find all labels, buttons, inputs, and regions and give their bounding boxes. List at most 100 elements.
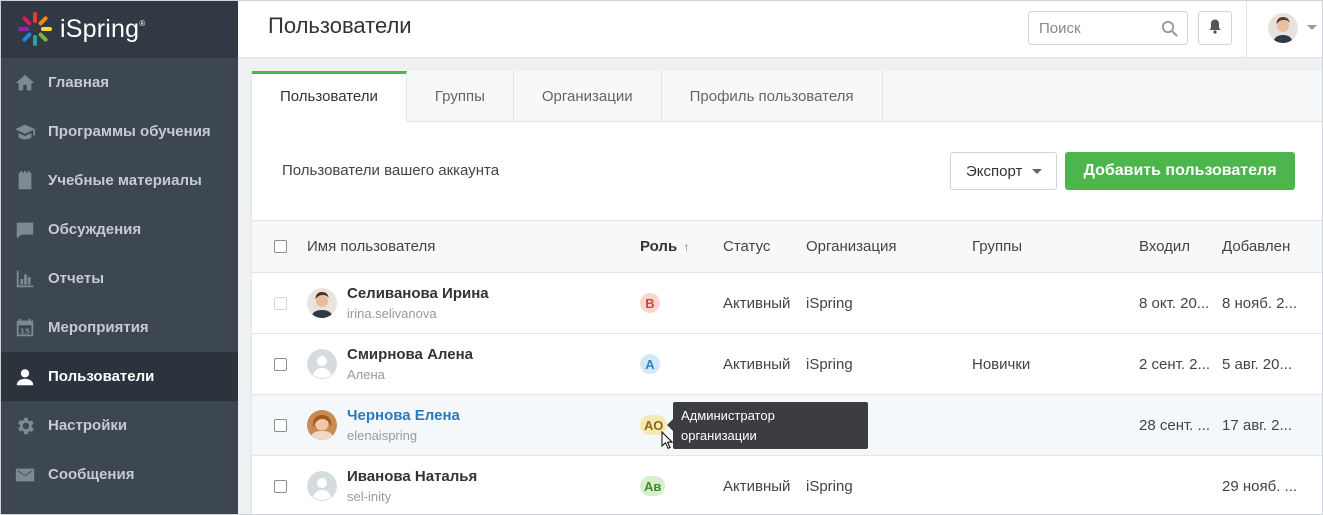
top-header: Пользователи bbox=[238, 0, 1323, 58]
added-cell: 5 авг. 20... bbox=[1222, 356, 1292, 373]
sidebar-item-label: Отчеты bbox=[48, 270, 105, 287]
groups-cell: Новички bbox=[972, 356, 1031, 373]
user-login: irina.selivanova bbox=[347, 306, 437, 321]
status-cell: Активный bbox=[723, 356, 791, 373]
role-badge: Ав bbox=[640, 476, 666, 496]
search-input[interactable] bbox=[1029, 12, 1149, 44]
export-label: Экспорт bbox=[966, 162, 1023, 180]
row-checkbox[interactable] bbox=[274, 358, 287, 371]
user-avatar bbox=[307, 410, 337, 440]
row-checkbox[interactable] bbox=[274, 297, 287, 310]
role-badge: А bbox=[640, 354, 660, 374]
user-name-link[interactable]: Селиванова Ирина bbox=[347, 285, 489, 302]
sidebar-item-label: Настройки bbox=[48, 417, 128, 434]
organization-cell: iSpring bbox=[806, 295, 853, 312]
role-tooltip: Администратор организации bbox=[667, 402, 868, 449]
user-login: elenaispring bbox=[347, 428, 418, 443]
tab-groups[interactable]: Группы bbox=[407, 71, 514, 122]
graduation-cap-icon bbox=[0, 121, 48, 143]
header-divider bbox=[1246, 0, 1247, 58]
sidebar-item-label: Сообщения bbox=[48, 466, 135, 483]
last-login-cell: 2 сент. 2... bbox=[1139, 356, 1211, 373]
export-button[interactable]: Экспорт bbox=[950, 152, 1057, 190]
row-checkbox[interactable] bbox=[274, 419, 287, 432]
search-icon[interactable] bbox=[1161, 20, 1178, 42]
bar-chart-icon bbox=[0, 268, 48, 290]
sidebar-item-label: Учебные материалы bbox=[48, 172, 202, 189]
profile-chevron-down-icon[interactable] bbox=[1307, 25, 1317, 30]
calendar-icon: 15 bbox=[0, 317, 48, 339]
sidebar-item-settings[interactable]: Настройки bbox=[0, 401, 238, 450]
column-header-last-login[interactable]: Входил bbox=[1139, 238, 1190, 255]
role-badge: В bbox=[640, 293, 660, 313]
column-header-added[interactable]: Добавлен bbox=[1222, 238, 1290, 255]
organization-cell: iSpring bbox=[806, 478, 853, 495]
select-all-checkbox[interactable] bbox=[274, 240, 287, 253]
tab-organizations[interactable]: Организации bbox=[514, 71, 662, 122]
chat-icon bbox=[0, 219, 48, 241]
notifications-button[interactable] bbox=[1198, 11, 1232, 45]
sidebar-item-home[interactable]: Главная bbox=[0, 58, 238, 107]
user-name-link[interactable]: Чернова Елена bbox=[347, 407, 460, 424]
sidebar-item-label: Обсуждения bbox=[48, 221, 142, 238]
user-avatar-placeholder-icon bbox=[307, 349, 337, 379]
column-header-groups[interactable]: Группы bbox=[972, 238, 1022, 255]
sidebar-item-label: Мероприятия bbox=[48, 319, 149, 336]
table-row[interactable]: Иванова Наталья sel-inity Ав Активный iS… bbox=[252, 456, 1323, 515]
user-login: Алена bbox=[347, 367, 385, 382]
sidebar-item-label: Программы обучения bbox=[48, 123, 211, 140]
sidebar-item-messages[interactable]: Сообщения bbox=[0, 450, 238, 499]
column-header-role[interactable]: Роль ↑ bbox=[640, 238, 689, 255]
home-icon bbox=[0, 72, 48, 94]
logo-text: iSpring® bbox=[60, 14, 146, 43]
sidebar-item-label: Главная bbox=[48, 74, 110, 91]
tab-bar: Пользователи Группы Организации Профиль … bbox=[252, 71, 1323, 122]
tooltip-line: организации bbox=[681, 428, 757, 443]
sort-ascending-icon: ↑ bbox=[683, 240, 690, 254]
ispring-logo-icon bbox=[16, 10, 54, 48]
sidebar-item-label: Пользователи bbox=[48, 368, 155, 385]
logo[interactable]: iSpring® bbox=[0, 0, 238, 58]
column-header-role-label: Роль bbox=[640, 238, 678, 255]
search-box[interactable] bbox=[1028, 11, 1188, 45]
organization-cell: iSpring bbox=[806, 356, 853, 373]
user-avatar bbox=[307, 288, 337, 318]
profile-avatar[interactable] bbox=[1268, 13, 1298, 43]
add-user-button[interactable]: Добавить пользователя bbox=[1065, 152, 1295, 190]
sidebar-item-discussions[interactable]: Обсуждения bbox=[0, 205, 238, 254]
tab-bar-filler bbox=[883, 71, 1323, 121]
sidebar-item-reports[interactable]: Отчеты bbox=[0, 254, 238, 303]
row-checkbox[interactable] bbox=[274, 480, 287, 493]
sidebar-item-programs[interactable]: Программы обучения bbox=[0, 107, 238, 156]
mouse-cursor-icon bbox=[661, 430, 674, 455]
table-row[interactable]: Селиванова Ирина irina.selivanova В Акти… bbox=[252, 273, 1323, 334]
status-cell: Активный bbox=[723, 295, 791, 312]
tooltip-line: Администратор bbox=[681, 408, 775, 423]
svg-text:15: 15 bbox=[20, 326, 30, 335]
tab-user-profile[interactable]: Профиль пользователя bbox=[662, 71, 883, 122]
column-header-name[interactable]: Имя пользователя bbox=[307, 238, 435, 255]
bell-icon bbox=[1208, 18, 1222, 39]
accounts-users-label: Пользователи вашего аккаунта bbox=[282, 162, 500, 179]
user-login: sel-inity bbox=[347, 489, 392, 504]
tab-users[interactable]: Пользователи bbox=[252, 71, 407, 122]
sidebar-item-users[interactable]: Пользователи bbox=[0, 352, 238, 401]
table-row[interactable]: Смирнова Алена Алена А Активный iSpring … bbox=[252, 334, 1323, 395]
notebook-icon bbox=[0, 170, 48, 192]
sidebar-item-events[interactable]: 15 Мероприятия bbox=[0, 303, 238, 352]
last-login-cell: 8 окт. 20... bbox=[1139, 295, 1210, 312]
user-icon bbox=[0, 366, 48, 388]
column-header-status[interactable]: Статус bbox=[723, 238, 770, 255]
user-name-link[interactable]: Иванова Наталья bbox=[347, 468, 477, 485]
column-header-organization[interactable]: Организация bbox=[806, 238, 896, 255]
sidebar: iSpring® Главная Программы обучения Учеб… bbox=[0, 0, 238, 515]
table-header: Имя пользователя Роль ↑ Статус Организац… bbox=[252, 220, 1323, 273]
last-login-cell: 28 сент. ... bbox=[1139, 417, 1211, 434]
added-cell: 17 авг. 2... bbox=[1222, 417, 1292, 434]
sidebar-item-materials[interactable]: Учебные материалы bbox=[0, 156, 238, 205]
user-name-link[interactable]: Смирнова Алена bbox=[347, 346, 473, 363]
chevron-down-icon bbox=[1032, 169, 1042, 174]
page-title: Пользователи bbox=[268, 13, 412, 38]
status-cell: Активный bbox=[723, 478, 791, 495]
gear-icon bbox=[0, 415, 48, 437]
